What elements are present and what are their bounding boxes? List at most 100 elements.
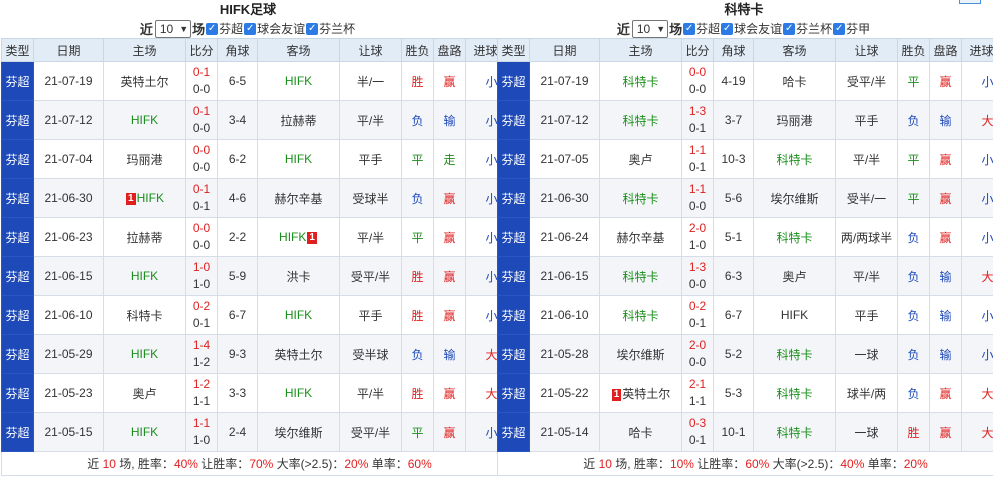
table-row[interactable]: 芬超 21-07-12 科特卡 1-3 0-1 3-7 玛丽港 平手负输大 (497, 100, 993, 140)
league-type-cell[interactable]: 芬超 (1, 100, 34, 140)
away-team-cell[interactable]: 玛丽港 (753, 100, 836, 140)
away-team-cell[interactable]: 科特卡 (753, 139, 836, 179)
league-filter-checkbox[interactable]: ✓ 芬超 (206, 20, 243, 37)
score-cell[interactable]: 1-0 1-0 (185, 256, 218, 296)
table-row[interactable]: 芬超 21-07-19 科特卡 0-0 0-0 4-19 哈卡 受平/半平赢小 (497, 61, 993, 101)
table-row[interactable]: 芬超 21-05-29 HIFK 1-4 1-2 9-3 英特土尔 受半球负输大 (1, 334, 518, 374)
league-type-cell[interactable]: 芬超 (497, 373, 530, 413)
home-team-cell[interactable]: 科特卡 (599, 178, 682, 218)
score-cell[interactable]: 2-1 1-1 (681, 373, 714, 413)
home-team-cell[interactable]: HIFK (103, 334, 186, 374)
away-team-cell[interactable]: 拉赫蒂 (257, 100, 340, 140)
league-type-cell[interactable]: 芬超 (1, 412, 34, 452)
home-team-cell[interactable]: 科特卡 (599, 256, 682, 296)
score-cell[interactable]: 0-3 0-1 (681, 412, 714, 452)
table-row[interactable]: 芬超 21-05-22 1 英特土尔 2-1 1-1 5-3 科特卡 球半/两负赢大 (497, 373, 993, 413)
league-type-cell[interactable]: 芬超 (1, 139, 34, 179)
league-type-cell[interactable]: 芬超 (1, 217, 34, 257)
score-cell[interactable]: 0-0 0-0 (185, 139, 218, 179)
score-cell[interactable]: 1-1 0-0 (681, 178, 714, 218)
table-row[interactable]: 芬超 21-07-05 奥卢 1-1 0-1 10-3 科特卡 平/半平赢小 (497, 139, 993, 179)
league-type-cell[interactable]: 芬超 (497, 100, 530, 140)
score-cell[interactable]: 0-2 0-1 (681, 295, 714, 335)
score-cell[interactable]: 1-2 1-1 (185, 373, 218, 413)
score-cell[interactable]: 1-3 0-1 (681, 100, 714, 140)
score-cell[interactable]: 0-1 0-0 (185, 100, 218, 140)
league-type-cell[interactable]: 芬超 (497, 178, 530, 218)
home-team-cell[interactable]: 玛丽港 (103, 139, 186, 179)
home-team-cell[interactable]: 英特土尔 (103, 61, 186, 101)
table-row[interactable]: 芬超 21-06-10 科特卡 0-2 0-1 6-7 HIFK 平手胜赢小 (1, 295, 518, 335)
away-team-cell[interactable]: 洪卡 (257, 256, 340, 296)
home-team-cell[interactable]: HIFK (103, 412, 186, 452)
score-cell[interactable]: 0-1 0-0 (185, 61, 218, 101)
away-team-cell[interactable]: HIFK (257, 295, 340, 335)
table-row[interactable]: 芬超 21-06-15 科特卡 1-3 0-0 6-3 奥卢 平/半负输大 (497, 256, 993, 296)
away-team-cell[interactable]: HIFK (753, 295, 836, 335)
league-type-cell[interactable]: 芬超 (1, 295, 34, 335)
league-filter-checkbox[interactable]: ✓ 芬兰杯 (783, 20, 832, 37)
score-cell[interactable]: 1-3 0-0 (681, 256, 714, 296)
score-cell[interactable]: 1-4 1-2 (185, 334, 218, 374)
away-team-cell[interactable]: 科特卡 (753, 373, 836, 413)
league-filter-checkbox[interactable]: ✓ 芬兰杯 (306, 20, 355, 37)
home-team-cell[interactable]: 科特卡 (599, 61, 682, 101)
score-cell[interactable]: 2-0 0-0 (681, 334, 714, 374)
table-row[interactable]: 芬超 21-07-12 HIFK 0-1 0-0 3-4 拉赫蒂 平/半负输小 (1, 100, 518, 140)
league-type-cell[interactable]: 芬超 (497, 334, 530, 374)
home-team-cell[interactable]: 拉赫蒂 (103, 217, 186, 257)
away-team-cell[interactable]: HIFK (257, 373, 340, 413)
league-filter-checkbox[interactable]: ✓ 芬超 (683, 20, 720, 37)
table-row[interactable]: 芬超 21-06-30 科特卡 1-1 0-0 5-6 埃尔维斯 受半/一平赢小 (497, 178, 993, 218)
table-row[interactable]: 芬超 21-05-23 奥卢 1-2 1-1 3-3 HIFK 平/半胜赢大 (1, 373, 518, 413)
league-filter-checkbox[interactable]: ✓ 球会友谊 (244, 20, 305, 37)
table-row[interactable]: 芬超 21-06-15 HIFK 1-0 1-0 5-9 洪卡 受平/半胜赢小 (1, 256, 518, 296)
away-team-cell[interactable]: 奥卢 (753, 256, 836, 296)
score-cell[interactable]: 0-0 0-0 (185, 217, 218, 257)
table-row[interactable]: 芬超 21-06-24 赫尔辛基 2-0 1-0 5-1 科特卡 两/两球半负赢小 (497, 217, 993, 257)
home-team-cell[interactable]: 奥卢 (103, 373, 186, 413)
collapse-button[interactable] (959, 0, 981, 4)
away-team-cell[interactable]: HIFK (257, 61, 340, 101)
league-type-cell[interactable]: 芬超 (497, 295, 530, 335)
home-team-cell[interactable]: 1 英特土尔 (599, 373, 682, 413)
league-filter-checkbox[interactable]: ✓ 球会友谊 (721, 20, 782, 37)
league-type-cell[interactable]: 芬超 (497, 217, 530, 257)
league-type-cell[interactable]: 芬超 (497, 412, 530, 452)
score-cell[interactable]: 0-2 0-1 (185, 295, 218, 335)
away-team-cell[interactable]: 科特卡 (753, 412, 836, 452)
home-team-cell[interactable]: 奥卢 (599, 139, 682, 179)
match-count-select[interactable]: 10 ▼ (631, 19, 669, 38)
score-cell[interactable]: 1-1 0-1 (681, 139, 714, 179)
home-team-cell[interactable]: 赫尔辛基 (599, 217, 682, 257)
score-cell[interactable]: 1-1 1-0 (185, 412, 218, 452)
table-row[interactable]: 芬超 21-07-19 英特土尔 0-1 0-0 6-5 HIFK 半/一胜赢小 (1, 61, 518, 101)
away-team-cell[interactable]: 科特卡 (753, 217, 836, 257)
away-team-cell[interactable]: HIFK 1 (257, 217, 340, 257)
table-row[interactable]: 芬超 21-06-23 拉赫蒂 0-0 0-0 2-2 HIFK 1 平/半平赢小 (1, 217, 518, 257)
home-team-cell[interactable]: 科特卡 (599, 295, 682, 335)
league-type-cell[interactable]: 芬超 (1, 61, 34, 101)
away-team-cell[interactable]: 科特卡 (753, 334, 836, 374)
match-count-select[interactable]: 10 ▼ (154, 19, 192, 38)
table-row[interactable]: 芬超 21-05-14 哈卡 0-3 0-1 10-1 科特卡 一球胜赢大 (497, 412, 993, 452)
away-team-cell[interactable]: 埃尔维斯 (257, 412, 340, 452)
league-type-cell[interactable]: 芬超 (1, 334, 34, 374)
score-cell[interactable]: 0-1 0-1 (185, 178, 218, 218)
league-type-cell[interactable]: 芬超 (1, 256, 34, 296)
home-team-cell[interactable]: 1 HIFK (103, 178, 186, 218)
home-team-cell[interactable]: 哈卡 (599, 412, 682, 452)
score-cell[interactable]: 2-0 1-0 (681, 217, 714, 257)
away-team-cell[interactable]: 赫尔辛基 (257, 178, 340, 218)
home-team-cell[interactable]: HIFK (103, 256, 186, 296)
home-team-cell[interactable]: 科特卡 (103, 295, 186, 335)
league-type-cell[interactable]: 芬超 (497, 61, 530, 101)
away-team-cell[interactable]: 英特土尔 (257, 334, 340, 374)
league-type-cell[interactable]: 芬超 (1, 373, 34, 413)
table-row[interactable]: 芬超 21-06-30 1 HIFK 0-1 0-1 4-6 赫尔辛基 受球半负赢小 (1, 178, 518, 218)
home-team-cell[interactable]: HIFK (103, 100, 186, 140)
away-team-cell[interactable]: 哈卡 (753, 61, 836, 101)
table-row[interactable]: 芬超 21-05-15 HIFK 1-1 1-0 2-4 埃尔维斯 受平/半平赢小 (1, 412, 518, 452)
league-filter-checkbox[interactable]: ✓ 芬甲 (833, 20, 870, 37)
home-team-cell[interactable]: 科特卡 (599, 100, 682, 140)
